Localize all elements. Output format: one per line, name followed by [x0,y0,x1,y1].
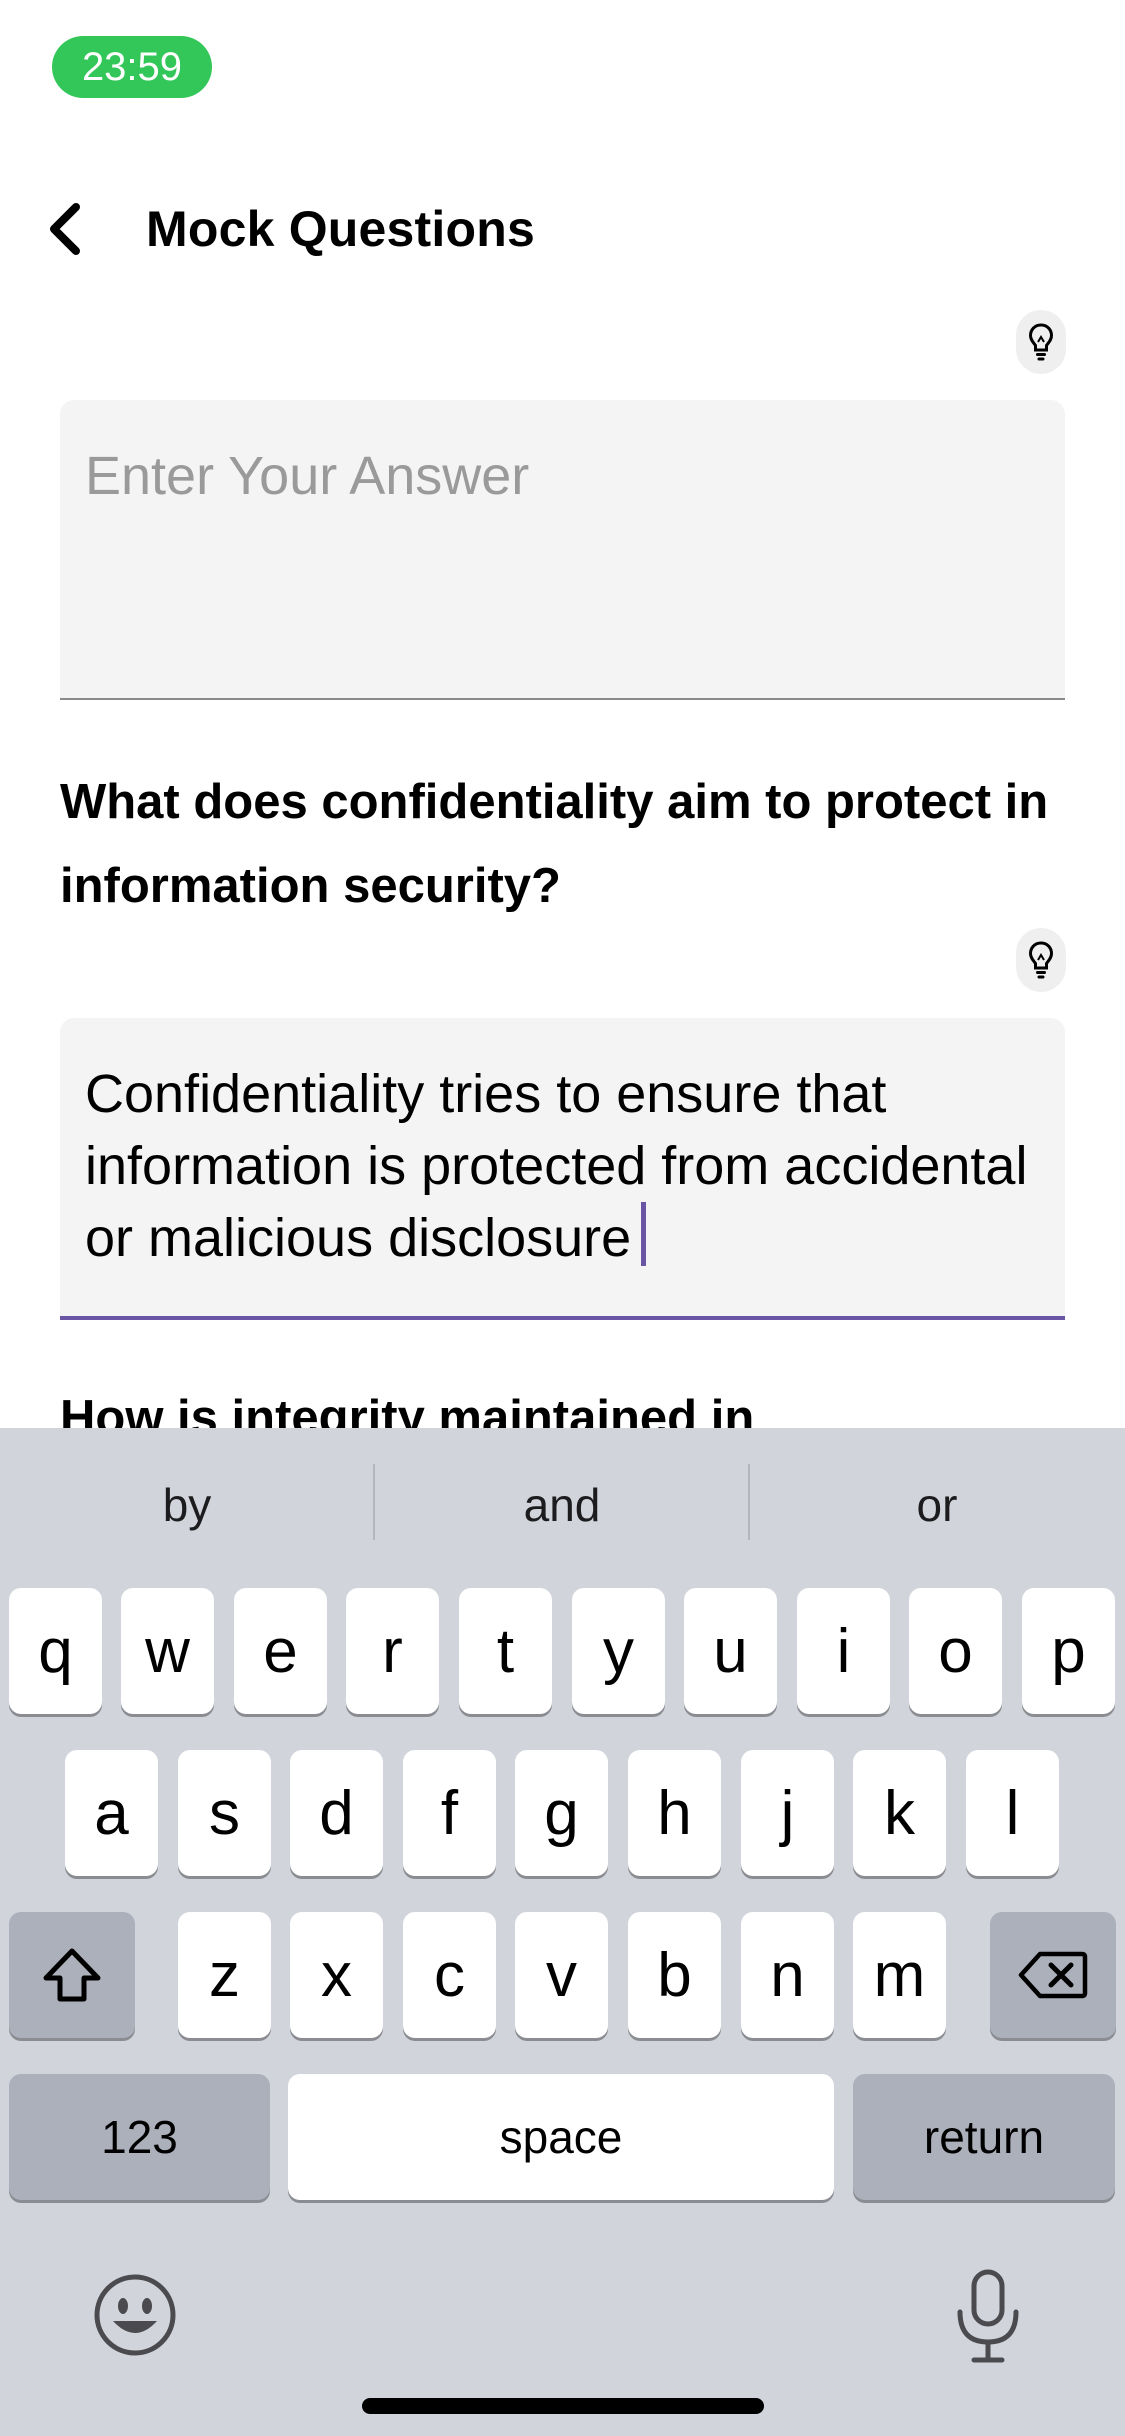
key-n[interactable]: n [741,1912,834,2038]
chevron-left-icon [50,203,80,255]
key-m[interactable]: m [853,1912,946,2038]
key-f[interactable]: f [403,1750,496,1876]
key-c[interactable]: c [403,1912,496,2038]
key-b[interactable]: b [628,1912,721,2038]
suggestion-item[interactable]: or [750,1428,1124,1582]
shift-icon [43,1948,101,2002]
numbers-key[interactable]: 123 [9,2074,270,2200]
key-r[interactable]: r [346,1588,439,1714]
answer-input-1[interactable]: Enter Your Answer [60,400,1065,700]
shift-key[interactable] [9,1912,135,2038]
delete-key[interactable] [990,1912,1116,2038]
lightbulb-icon [1028,323,1054,361]
home-indicator [362,2398,764,2414]
key-e[interactable]: e [234,1588,327,1714]
text-caret [641,1202,647,1266]
key-d[interactable]: d [290,1750,383,1876]
key-g[interactable]: g [515,1750,608,1876]
key-y[interactable]: y [572,1588,665,1714]
key-k[interactable]: k [853,1750,946,1876]
key-w[interactable]: w [121,1588,214,1714]
status-time: 23:59 [52,36,212,98]
back-button[interactable] [40,196,90,262]
delete-backspace-icon [1018,1951,1088,1999]
key-z[interactable]: z [178,1912,271,2038]
answer-value-text: Confidentiality tries to ensure that inf… [85,1064,1028,1268]
key-p[interactable]: p [1022,1588,1115,1714]
space-key[interactable]: space [288,2074,834,2200]
key-j[interactable]: j [741,1750,834,1876]
suggestion-bar: by and or [0,1428,1125,1582]
return-key[interactable]: return [853,2074,1115,2200]
key-l[interactable]: l [966,1750,1059,1876]
lightbulb-icon [1028,941,1054,979]
emoji-icon [94,2274,176,2356]
emoji-button[interactable] [90,2270,180,2360]
suggestion-item[interactable]: and [375,1428,749,1582]
key-x[interactable]: x [290,1912,383,2038]
key-i[interactable]: i [797,1588,890,1714]
key-h[interactable]: h [628,1750,721,1876]
answer-value: Confidentiality tries to ensure that inf… [85,1058,1040,1274]
key-s[interactable]: s [178,1750,271,1876]
keyboard: by and or q w e r t y u i o p a s d f g … [0,1428,1125,2436]
key-u[interactable]: u [684,1588,777,1714]
page-title: Mock Questions [146,201,535,257]
key-a[interactable]: a [65,1750,158,1876]
hint-button[interactable] [1016,928,1066,992]
dictation-button[interactable] [950,2266,1026,2366]
key-q[interactable]: q [9,1588,102,1714]
answer-placeholder: Enter Your Answer [85,446,530,506]
key-t[interactable]: t [459,1588,552,1714]
microphone-icon [957,2269,1019,2363]
key-o[interactable]: o [909,1588,1002,1714]
answer-input-2[interactable]: Confidentiality tries to ensure that inf… [60,1018,1065,1320]
key-v[interactable]: v [515,1912,608,2038]
hint-button[interactable] [1016,310,1066,374]
suggestion-item[interactable]: by [0,1428,374,1582]
question-text: What does confidentiality aim to protect… [60,775,1049,913]
